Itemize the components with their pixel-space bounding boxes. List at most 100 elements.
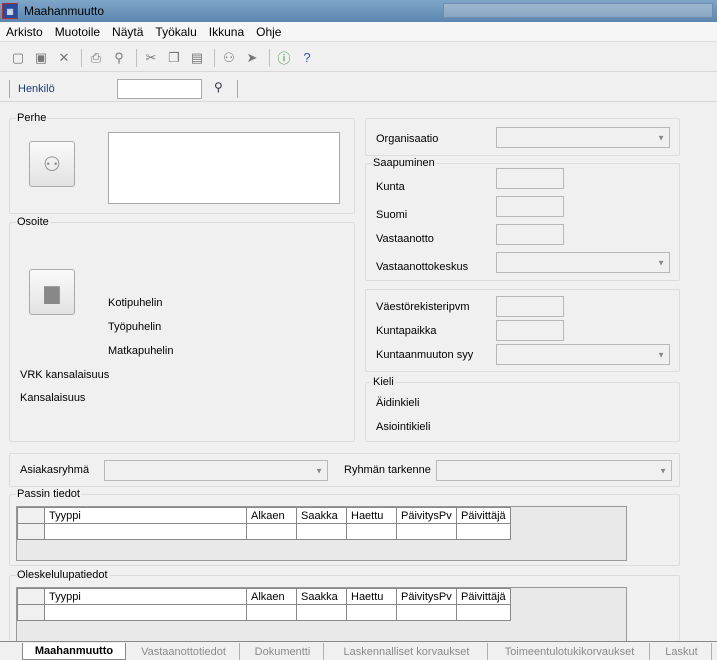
vastaanottokeskus-select[interactable]: ▼ bbox=[496, 252, 670, 273]
vastaanottokeskus-label: Vastaanottokeskus bbox=[376, 261, 469, 273]
window-title: Maahanmuutto bbox=[24, 4, 105, 18]
column-header-tyyppi[interactable]: Tyyppi bbox=[44, 588, 247, 605]
row-header-corner bbox=[17, 507, 45, 524]
title-bar: ▦ Maahanmuutto bbox=[0, 0, 717, 22]
vastaanotto-label: Vastaanotto bbox=[376, 233, 434, 245]
forward-icon[interactable]: ➤ bbox=[242, 48, 262, 68]
kunta-label: Kunta bbox=[376, 181, 405, 193]
person-search-icon[interactable]: ⚲ bbox=[214, 80, 232, 98]
saapuminen-label: Saapuminen bbox=[372, 157, 436, 169]
family-icon[interactable]: ⚇ bbox=[29, 141, 75, 187]
table-cell[interactable] bbox=[456, 604, 511, 621]
menu-muotoile[interactable]: Muotoile bbox=[55, 25, 100, 39]
delete-icon[interactable]: ✕ bbox=[54, 48, 74, 68]
column-header-haettu[interactable]: Haettu bbox=[346, 507, 397, 524]
asiakasryhma-select[interactable]: ▼ bbox=[104, 460, 328, 481]
menu-nayta[interactable]: Näytä bbox=[112, 25, 143, 39]
kuntaanmuuton-syy-label: Kuntaanmuuton syy bbox=[376, 349, 474, 361]
table-cell[interactable] bbox=[44, 604, 247, 621]
address-card-icon[interactable]: ▆ bbox=[29, 269, 75, 315]
tyopuhelin-label: Työpuhelin bbox=[108, 321, 162, 333]
column-header-paivityspv[interactable]: PäivitysPv bbox=[396, 588, 457, 605]
kieli-group bbox=[365, 382, 680, 442]
column-header-paivityspv[interactable]: PäivitysPv bbox=[396, 507, 457, 524]
cut-icon[interactable]: ✂ bbox=[141, 48, 161, 68]
person-filter-bar: Henkilö ⚲ bbox=[0, 76, 717, 102]
oleskelulupatiedot-grid[interactable]: Tyyppi Alkaen Saakka Haettu PäivitysPv P… bbox=[16, 587, 627, 641]
person-input[interactable] bbox=[117, 79, 202, 99]
column-header-paivittaja[interactable]: Päivittäjä bbox=[456, 588, 511, 605]
tab-maahanmuutto[interactable]: Maahanmuutto bbox=[22, 643, 126, 660]
row-header[interactable] bbox=[17, 523, 45, 540]
chevron-down-icon: ▼ bbox=[657, 350, 665, 359]
menu-tyokalu[interactable]: Työkalu bbox=[155, 25, 196, 39]
kunta-field[interactable] bbox=[496, 168, 564, 189]
table-cell[interactable] bbox=[346, 604, 397, 621]
vastaanotto-field[interactable] bbox=[496, 224, 564, 245]
vrk-kansalaisuus-label: VRK kansalaisuus bbox=[20, 369, 110, 381]
table-cell[interactable] bbox=[246, 523, 297, 540]
menu-arkisto[interactable]: Arkisto bbox=[6, 25, 43, 39]
column-header-alkaen[interactable]: Alkaen bbox=[246, 588, 297, 605]
app-icon: ▦ bbox=[2, 3, 18, 19]
toolbar-separator bbox=[81, 48, 82, 67]
ryhman-tarkenne-label: Ryhmän tarkenne bbox=[344, 464, 431, 476]
table-cell[interactable] bbox=[346, 523, 397, 540]
row-header[interactable] bbox=[17, 604, 45, 621]
menu-ohje[interactable]: Ohje bbox=[256, 25, 281, 39]
toolbar-separator bbox=[136, 48, 137, 67]
menu-ikkuna[interactable]: Ikkuna bbox=[209, 25, 244, 39]
filter-separator bbox=[9, 79, 10, 98]
kuntaanmuuton-syy-select[interactable]: ▼ bbox=[496, 344, 670, 365]
table-cell[interactable] bbox=[456, 523, 511, 540]
table-cell[interactable] bbox=[246, 604, 297, 621]
table-cell[interactable] bbox=[44, 523, 247, 540]
menu-bar: Arkisto Muotoile Näytä Työkalu Ikkuna Oh… bbox=[0, 22, 717, 42]
paste-icon[interactable]: ▤ bbox=[187, 48, 207, 68]
new-icon[interactable]: ▢ bbox=[8, 48, 28, 68]
users-icon[interactable]: ⚇ bbox=[219, 48, 239, 68]
tab-laskut[interactable]: Laskut bbox=[652, 643, 712, 660]
suomi-field[interactable] bbox=[496, 196, 564, 217]
column-header-haettu[interactable]: Haettu bbox=[346, 588, 397, 605]
perhe-label: Perhe bbox=[16, 112, 48, 124]
suomi-label: Suomi bbox=[376, 209, 408, 221]
table-cell[interactable] bbox=[396, 604, 457, 621]
print-icon[interactable]: ⎙ bbox=[86, 48, 106, 68]
kuntapaikka-label: Kuntapaikka bbox=[376, 325, 437, 337]
info-icon[interactable]: ⓘ bbox=[274, 48, 294, 68]
column-header-tyyppi[interactable]: Tyyppi bbox=[44, 507, 247, 524]
table-cell[interactable] bbox=[396, 523, 457, 540]
table-cell[interactable] bbox=[296, 523, 347, 540]
tab-vastaanottotiedot[interactable]: Vastaanottotiedot bbox=[128, 643, 240, 660]
column-header-paivittaja[interactable]: Päivittäjä bbox=[456, 507, 511, 524]
column-header-saakka[interactable]: Saakka bbox=[296, 507, 347, 524]
column-header-saakka[interactable]: Saakka bbox=[296, 588, 347, 605]
tab-laskennalliset-korvaukset[interactable]: Laskennalliset korvaukset bbox=[326, 643, 488, 660]
table-row[interactable] bbox=[17, 523, 511, 540]
find-icon[interactable]: ⚲ bbox=[109, 48, 129, 68]
table-cell[interactable] bbox=[296, 604, 347, 621]
kuntapaikka-field[interactable] bbox=[496, 320, 564, 341]
bottom-tab-strip: Maahanmuutto Vastaanottotiedot Dokumentt… bbox=[0, 641, 717, 660]
chevron-down-icon: ▼ bbox=[659, 466, 667, 475]
help-icon[interactable]: ? bbox=[297, 48, 317, 68]
ryhman-tarkenne-select[interactable]: ▼ bbox=[436, 460, 672, 481]
vaestorekisteripvm-field[interactable] bbox=[496, 296, 564, 317]
passin-tiedot-grid[interactable]: Tyyppi Alkaen Saakka Haettu PäivitysPv P… bbox=[16, 506, 627, 561]
tab-toimeentulotukikorvaukset[interactable]: Toimeentulotukikorvaukset bbox=[490, 643, 650, 660]
organisaatio-select[interactable]: ▼ bbox=[496, 127, 670, 148]
save-icon[interactable]: ▣ bbox=[31, 48, 51, 68]
person-label: Henkilö bbox=[18, 82, 55, 95]
table-row[interactable] bbox=[17, 604, 511, 621]
kieli-label: Kieli bbox=[372, 376, 395, 388]
asiointikieli-label: Asiointikieli bbox=[376, 421, 431, 433]
tab-dokumentti[interactable]: Dokumentti bbox=[242, 643, 324, 660]
passin-tiedot-label: Passin tiedot bbox=[16, 488, 81, 500]
chevron-down-icon: ▼ bbox=[657, 133, 665, 142]
family-members-list[interactable] bbox=[108, 132, 340, 204]
copy-icon[interactable]: ❐ bbox=[164, 48, 184, 68]
table-header-row: Tyyppi Alkaen Saakka Haettu PäivitysPv P… bbox=[17, 507, 511, 524]
column-header-alkaen[interactable]: Alkaen bbox=[246, 507, 297, 524]
matkapuhelin-label: Matkapuhelin bbox=[108, 345, 174, 357]
